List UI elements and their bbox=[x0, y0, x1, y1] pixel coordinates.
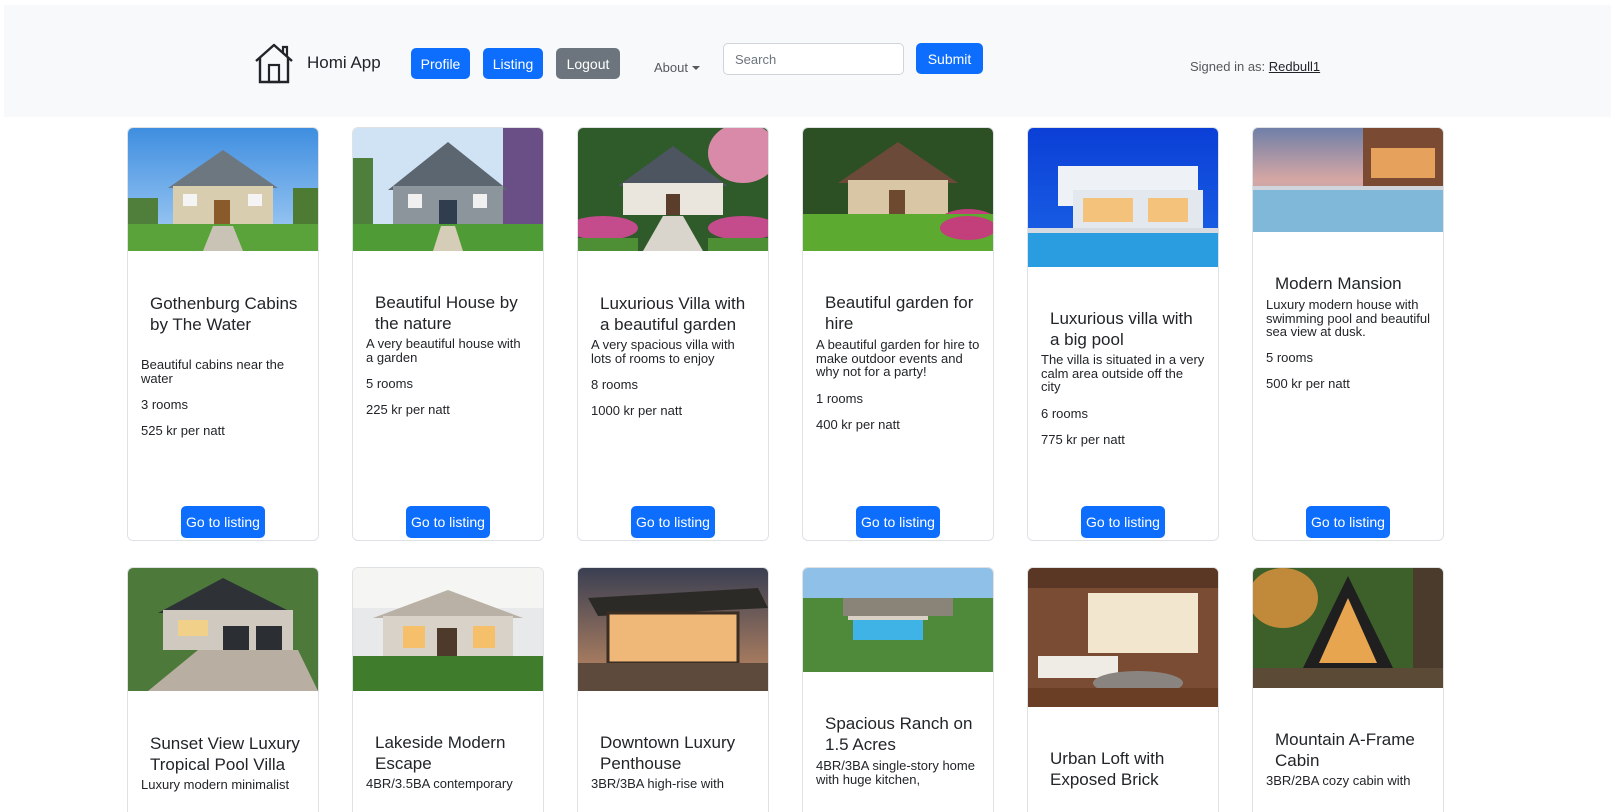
listing-title: Luxurious Villa with a beautiful garden bbox=[600, 294, 746, 334]
brand-name: Homi App bbox=[307, 53, 381, 72]
submit-button[interactable]: Submit bbox=[916, 43, 983, 74]
listing-image bbox=[578, 128, 768, 251]
listing-title: Beautiful House by the nature bbox=[375, 293, 518, 333]
listing-title: Lakeside Modern Escape bbox=[375, 733, 506, 773]
listing-rooms: 1 rooms bbox=[816, 391, 863, 406]
search-input[interactable] bbox=[723, 43, 904, 75]
go-to-listing-button[interactable]: Go to listing bbox=[406, 506, 490, 538]
house-icon bbox=[252, 41, 296, 85]
listing-description: The villa is situated in a very calm are… bbox=[1041, 352, 1205, 394]
listing-title: Downtown Luxury Penthouse bbox=[600, 733, 736, 773]
listing-rooms: 8 rooms bbox=[591, 377, 638, 392]
listing-title: Gothenburg Cabins by The Water bbox=[150, 294, 298, 334]
listing-price: 400 kr per natt bbox=[816, 417, 900, 432]
listing-card: Modern Mansion Luxury modern house with … bbox=[1252, 127, 1444, 541]
listing-description: A very spacious villa with lots of rooms… bbox=[591, 337, 735, 366]
signed-in-label: Signed in as: bbox=[1190, 59, 1266, 74]
listing-description: 4BR/3BA single-story home with huge kitc… bbox=[816, 758, 975, 787]
listing-price: 225 kr per natt bbox=[366, 402, 450, 417]
listing-description: Luxury modern house with swimming pool a… bbox=[1266, 297, 1431, 339]
signed-in-status: Signed in as: Redbull1 bbox=[1190, 59, 1320, 74]
listing-description: Beautiful cabins near the water bbox=[141, 357, 285, 386]
listing-title: Spacious Ranch on 1.5 Acres bbox=[825, 714, 973, 754]
go-to-listing-button[interactable]: Go to listing bbox=[1306, 506, 1390, 538]
listing-image bbox=[1253, 568, 1443, 688]
listing-card: Lakeside Modern Escape 4BR/3.5BA contemp… bbox=[352, 567, 544, 812]
listing-price: 775 kr per natt bbox=[1041, 432, 1125, 447]
listing-image bbox=[1253, 128, 1443, 232]
listing-description: A beautiful garden for hire to make outd… bbox=[816, 337, 980, 379]
listing-title: Modern Mansion bbox=[1275, 274, 1402, 293]
username-link[interactable]: Redbull1 bbox=[1269, 59, 1320, 74]
listing-title: Mountain A-Frame Cabin bbox=[1275, 730, 1415, 770]
listing-image bbox=[1028, 568, 1218, 707]
listing-image bbox=[353, 568, 543, 691]
listing-card: Gothenburg Cabins by The Water Beautiful… bbox=[127, 127, 319, 541]
listing-card: Spacious Ranch on 1.5 Acres 4BR/3BA sing… bbox=[802, 567, 994, 812]
listing-card: Luxurious villa with a big pool The vill… bbox=[1027, 127, 1219, 541]
listing-rooms: 3 rooms bbox=[141, 397, 188, 412]
listing-card: Downtown Luxury Penthouse 3BR/3BA high-r… bbox=[577, 567, 769, 812]
listing-image bbox=[578, 568, 768, 691]
listing-card: Beautiful House by the nature A very bea… bbox=[352, 127, 544, 541]
listing-card: Luxurious Villa with a beautiful garden … bbox=[577, 127, 769, 541]
listing-description: 3BR/2BA cozy cabin with bbox=[1266, 773, 1411, 788]
go-to-listing-button[interactable]: Go to listing bbox=[1081, 506, 1165, 538]
listing-image bbox=[1028, 128, 1218, 267]
listing-description: 4BR/3.5BA contemporary bbox=[366, 776, 513, 791]
listing-rooms: 6 rooms bbox=[1041, 406, 1088, 421]
listing-card: Mountain A-Frame Cabin 3BR/2BA cozy cabi… bbox=[1252, 567, 1444, 812]
listing-rooms: 5 rooms bbox=[1266, 350, 1313, 365]
profile-button[interactable]: Profile bbox=[411, 48, 470, 79]
listing-card: Beautiful garden for hire A beautiful ga… bbox=[802, 127, 994, 541]
about-label: About bbox=[654, 60, 688, 75]
listing-description: 3BR/3BA high-rise with bbox=[591, 776, 724, 791]
listing-image bbox=[803, 568, 993, 672]
page: Homi App Profile Listing Logout About Su… bbox=[0, 0, 1615, 812]
listing-card: Sunset View Luxury Tropical Pool Villa L… bbox=[127, 567, 319, 812]
listing-button[interactable]: Listing bbox=[483, 48, 543, 79]
about-dropdown[interactable]: About bbox=[654, 60, 700, 75]
go-to-listing-button[interactable]: Go to listing bbox=[631, 506, 715, 538]
listing-image bbox=[128, 128, 318, 251]
listing-title: Sunset View Luxury Tropical Pool Villa bbox=[150, 734, 300, 774]
listing-card: Urban Loft with Exposed Brick bbox=[1027, 567, 1219, 812]
listing-price: 1000 kr per natt bbox=[591, 403, 683, 418]
listing-image bbox=[353, 128, 543, 251]
listing-image bbox=[128, 568, 318, 691]
brand[interactable]: Homi App bbox=[252, 41, 381, 85]
listing-price: 500 kr per natt bbox=[1266, 376, 1350, 391]
listing-rooms: 5 rooms bbox=[366, 376, 413, 391]
listing-title: Beautiful garden for hire bbox=[825, 293, 974, 333]
listing-description: Luxury modern minimalist bbox=[141, 777, 290, 792]
listing-description: A very beautiful house with a garden bbox=[366, 336, 521, 365]
navbar: Homi App Profile Listing Logout About Su… bbox=[4, 5, 1611, 117]
listing-image bbox=[803, 128, 993, 251]
go-to-listing-button[interactable]: Go to listing bbox=[856, 506, 940, 538]
listing-title: Luxurious villa with a big pool bbox=[1050, 309, 1193, 349]
listing-title: Urban Loft with Exposed Brick bbox=[1050, 749, 1165, 789]
listing-price: 525 kr per natt bbox=[141, 423, 225, 438]
logout-button[interactable]: Logout bbox=[556, 48, 620, 79]
caret-down-icon bbox=[691, 65, 700, 70]
go-to-listing-button[interactable]: Go to listing bbox=[181, 506, 265, 538]
